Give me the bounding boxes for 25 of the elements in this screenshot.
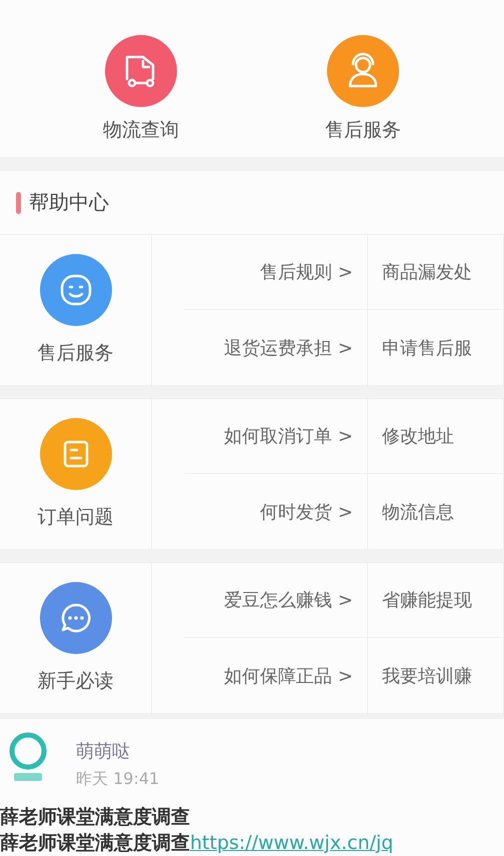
help-link[interactable]: 如何保障正品 > (224, 664, 353, 688)
action-label: 售后服务 (325, 118, 401, 143)
help-link[interactable]: 如何取消订单 > (224, 424, 353, 448)
message-time: 昨天 19:41 (76, 769, 160, 790)
category-label: 新手必读 (38, 669, 114, 694)
survey-link[interactable]: https://www.wjx.cn/jq (190, 832, 394, 854)
section-title: 帮助中心 (29, 189, 109, 216)
avatar-icon (8, 731, 48, 783)
category-label: 售后服务 (38, 341, 114, 366)
message-title: 薛老师课堂满意度调查 (0, 805, 191, 830)
help-link[interactable]: 何时发货 > (260, 500, 353, 524)
category-label: 订单问题 (38, 505, 114, 530)
action-label: 物流查询 (103, 118, 179, 143)
help-link[interactable]: 申请售后服 (382, 336, 472, 360)
help-link[interactable]: 省赚能提现 (382, 588, 472, 612)
help-link[interactable]: 退货运费承担 > (224, 336, 353, 360)
message-body: 薛老师课堂满意度调查https://www.wjx.cn/jq (0, 831, 394, 856)
author-name: 萌萌哒 (76, 740, 131, 763)
help-link[interactable]: 我要培训赚 (382, 664, 472, 688)
accent-bar (16, 192, 21, 214)
help-link[interactable]: 售后规则 > (260, 260, 353, 284)
help-link[interactable]: 爱豆怎么赚钱 > (224, 588, 353, 612)
help-link[interactable]: 商品漏发处 (382, 260, 472, 284)
help-link[interactable]: 修改地址 (382, 424, 454, 448)
help-link[interactable]: 物流信息 (382, 500, 454, 524)
